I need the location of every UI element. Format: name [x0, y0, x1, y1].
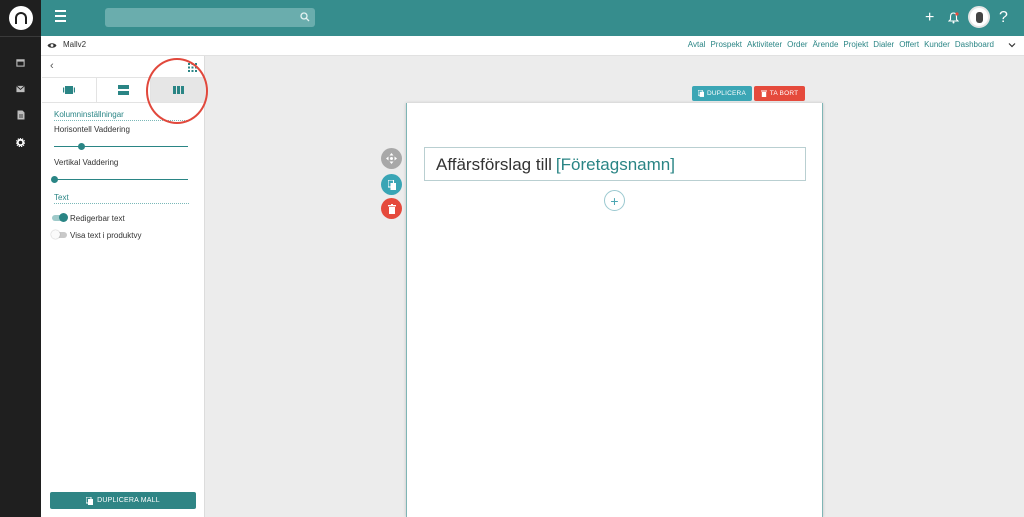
rows-layout-icon: [118, 85, 129, 95]
help-button[interactable]: ?: [999, 8, 1008, 28]
move-block-button[interactable]: [381, 148, 402, 169]
top-bar: + ?: [41, 0, 1024, 36]
copy-icon: [86, 496, 94, 505]
grid-icon[interactable]: [188, 63, 197, 72]
trash-icon: [387, 203, 396, 214]
back-button[interactable]: ‹: [50, 60, 54, 72]
template-name: Mallv2: [63, 40, 87, 49]
text-section-title: Text: [54, 193, 189, 204]
toggle-switch[interactable]: [52, 213, 68, 222]
slider-thumb[interactable]: [77, 143, 85, 150]
trash-icon: [760, 90, 767, 97]
duplicate-template-button[interactable]: DUPLICERA MALL: [50, 492, 196, 509]
heading-text[interactable]: Affärsförslag till [Företagsnamn]: [436, 155, 675, 175]
heading-block[interactable]: Affärsförslag till [Företagsnamn]: [424, 147, 806, 181]
mail-icon[interactable]: [0, 76, 41, 102]
eye-icon[interactable]: [47, 42, 57, 49]
heading-static-text: Affärsförslag till: [436, 155, 552, 174]
copy-icon: [387, 179, 396, 190]
vertical-padding-label: Vertikal Vaddering: [54, 158, 119, 167]
gear-icon[interactable]: [0, 129, 41, 155]
nav-link-dialer[interactable]: Dialer: [873, 40, 894, 49]
copy-block-button[interactable]: [381, 174, 402, 195]
box-layout-icon: [62, 86, 75, 94]
add-block-button[interactable]: +: [604, 190, 625, 211]
nav-link-aktiviteter[interactable]: Aktiviteter: [747, 40, 782, 49]
search-input[interactable]: [105, 8, 315, 27]
remove-label: TA BORT: [769, 90, 799, 97]
tab-box-layout[interactable]: [42, 78, 97, 102]
nav-link-avtal[interactable]: Avtal: [688, 40, 706, 49]
nav-link-arende[interactable]: Ärende: [813, 40, 839, 49]
duplicate-label: DUPLICERA: [706, 90, 746, 97]
layout-tabs: [42, 77, 206, 103]
toggle-switch[interactable]: [51, 230, 67, 239]
editor-canvas: DUPLICERA TA BORT Affärsförslag till [För…: [205, 56, 1024, 517]
delete-block-button[interactable]: [381, 198, 402, 219]
nav-link-projekt[interactable]: Projekt: [843, 40, 868, 49]
show-text-toggle[interactable]: Visa text i produktvy: [51, 230, 142, 240]
nav-link-kunder[interactable]: Kunder: [924, 40, 950, 49]
menu-icon[interactable]: [55, 10, 69, 24]
copy-icon: [697, 90, 704, 97]
search-icon: [300, 12, 310, 22]
sub-nav: Mallv2 Avtal Prospekt Aktiviteter Order …: [41, 36, 1024, 56]
chevron-down-icon[interactable]: [1008, 41, 1016, 49]
tab-rows-layout[interactable]: [97, 78, 152, 102]
tab-columns-layout[interactable]: [151, 78, 206, 102]
app-rail: [0, 0, 41, 517]
nav-link-offert[interactable]: Offert: [899, 40, 919, 49]
duplicate-template-label: DUPLICERA MALL: [97, 497, 160, 504]
bell-icon[interactable]: [947, 10, 960, 30]
editable-text-toggle[interactable]: Redigerbar text: [52, 213, 125, 223]
horizontal-padding-slider[interactable]: [54, 143, 188, 150]
module-links: Avtal Prospekt Aktiviteter Order Ärende …: [688, 40, 994, 49]
column-settings-title: Kolumninställningar: [54, 110, 189, 121]
company-name-placeholder[interactable]: [Företagsnamn]: [556, 155, 675, 174]
avatar[interactable]: [968, 6, 990, 28]
rail-divider: [0, 36, 41, 37]
document-icon[interactable]: [0, 102, 41, 128]
nav-link-dashboard[interactable]: Dashboard: [955, 40, 994, 49]
remove-button[interactable]: TA BORT: [754, 86, 805, 101]
show-text-label: Visa text i produktvy: [70, 230, 142, 240]
editable-text-label: Redigerbar text: [70, 213, 125, 223]
nav-link-prospekt[interactable]: Prospekt: [710, 40, 742, 49]
calendar-icon[interactable]: [0, 49, 41, 75]
horizontal-padding-label: Horisontell Vaddering: [54, 125, 130, 134]
app-logo[interactable]: [9, 6, 33, 30]
move-icon: [386, 153, 397, 164]
columns-layout-icon: [172, 86, 184, 94]
add-button[interactable]: +: [925, 8, 934, 28]
nav-link-order[interactable]: Order: [787, 40, 807, 49]
vertical-padding-slider[interactable]: [51, 176, 188, 183]
settings-panel: ‹ Kolumninställningar Horisontell Vadder…: [41, 56, 206, 517]
duplicate-button[interactable]: DUPLICERA: [692, 86, 752, 101]
slider-thumb[interactable]: [51, 176, 58, 183]
